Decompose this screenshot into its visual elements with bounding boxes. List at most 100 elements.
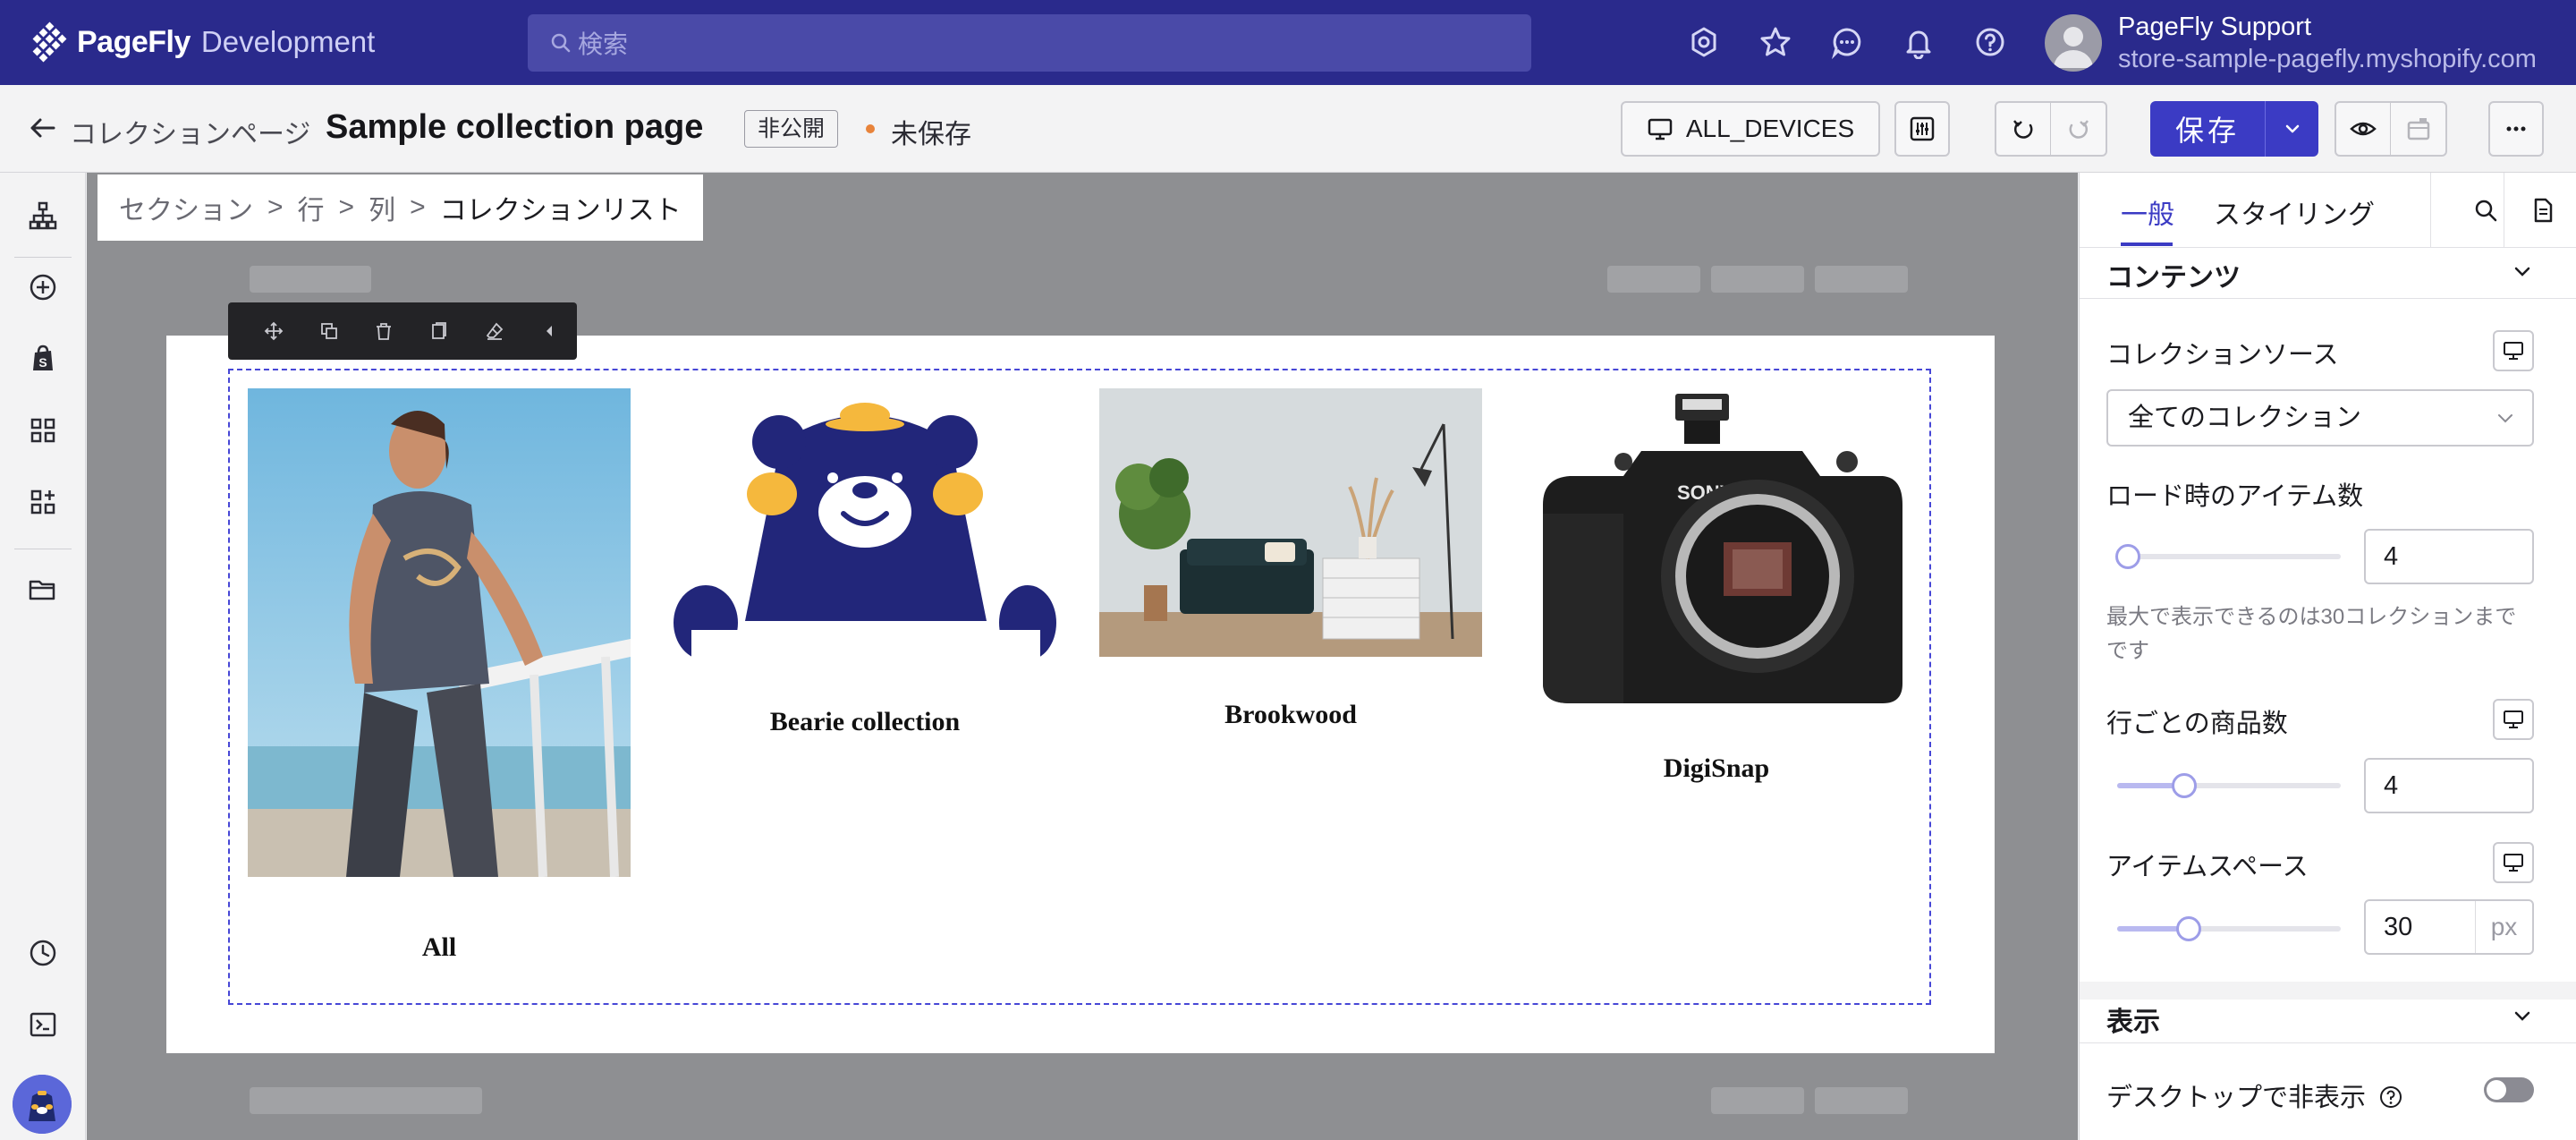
editor-header: コレクションページ Sample collection page 非公開 未保存… — [0, 85, 2576, 173]
history-icon[interactable] — [25, 935, 61, 971]
placeholder-bar — [1815, 266, 1908, 293]
collection-source-label: コレクションソース — [2106, 341, 2339, 370]
hide-desktop-toggle[interactable] — [2484, 1077, 2534, 1102]
back-to-collection-pages[interactable]: コレクションページ — [70, 112, 310, 151]
status-badge: 非公開 — [744, 110, 839, 148]
device-selector-button[interactable]: ALL_DEVICES — [1621, 101, 1880, 157]
search-bar[interactable]: 検索 — [528, 14, 1531, 72]
search-icon — [551, 33, 571, 53]
items-on-load-label: ロード時のアイテム数 — [2106, 482, 2364, 511]
more-options-button[interactable] — [2488, 101, 2544, 157]
undo-button[interactable] — [1996, 103, 2052, 155]
help-icon[interactable] — [1971, 23, 2009, 61]
chevron-down-icon[interactable] — [2511, 1005, 2534, 1028]
user-avatar[interactable] — [2045, 14, 2102, 72]
breadcrumb-row[interactable]: 行 — [298, 188, 325, 227]
more-icon — [2506, 126, 2526, 132]
store-domain[interactable]: store-sample-pagefly.myshopify.com — [2118, 45, 2537, 74]
per-row-input[interactable]: 4 — [2364, 758, 2534, 813]
element-breadcrumb: セクション > 行 > 列 > コレクションリスト — [97, 174, 703, 241]
collection-list[interactable]: All Bearie collection Brookwood SONY Dig… — [228, 369, 1931, 1005]
add-icon[interactable] — [25, 269, 61, 305]
breadcrumb-section[interactable]: セクション — [119, 188, 253, 227]
delete-icon[interactable] — [356, 302, 411, 360]
section-gap — [2080, 982, 2576, 1000]
collection-title[interactable]: All — [248, 932, 631, 963]
collapse-toolbar-icon[interactable] — [521, 302, 577, 360]
breadcrumb-column[interactable]: 列 — [369, 188, 395, 227]
slider-handle[interactable] — [2176, 916, 2201, 941]
pagefly-logo[interactable]: PageFly Development — [29, 21, 375, 63]
collection-title[interactable]: Brookwood — [1099, 700, 1482, 730]
eraser-icon[interactable] — [467, 302, 522, 360]
slider-fill — [2117, 783, 2174, 788]
placeholder-bar — [250, 266, 371, 293]
star-icon[interactable] — [1757, 23, 1794, 61]
bell-icon[interactable] — [1900, 23, 1937, 61]
chevron-down-icon — [2498, 414, 2512, 423]
items-on-load-slider[interactable] — [2115, 544, 2341, 569]
desktop-icon[interactable] — [2493, 699, 2534, 740]
collection-title[interactable]: DigiSnap — [1525, 753, 1908, 784]
editor-canvas[interactable]: セクション > 行 > 列 > コレクションリスト All Bearie col… — [87, 173, 2078, 1140]
collection-image-bearie[interactable] — [674, 388, 1056, 668]
move-icon[interactable] — [246, 302, 301, 360]
layers-icon[interactable] — [25, 198, 61, 234]
rail-divider — [14, 257, 72, 258]
publish-icon — [2407, 118, 2429, 140]
collection-title[interactable]: Bearie collection — [674, 707, 1056, 737]
responsive-settings-button[interactable] — [1894, 101, 1950, 157]
document-icon[interactable] — [2525, 192, 2561, 228]
tab-divider — [2430, 173, 2431, 248]
panel-search-icon[interactable] — [2468, 192, 2504, 228]
placeholder-bar — [1711, 266, 1804, 293]
item-space-input[interactable]: 30 px — [2364, 899, 2534, 955]
grid-icon[interactable] — [25, 413, 61, 448]
collection-image-digisnap[interactable]: SONY — [1525, 388, 1908, 710]
tab-general[interactable]: 一般 — [2121, 192, 2174, 232]
item-space-label: アイテムスペース — [2106, 853, 2309, 881]
placeholder-bar — [1711, 1087, 1804, 1114]
content-section-header[interactable]: コンテンツ — [2106, 255, 2241, 294]
per-row-slider[interactable] — [2117, 773, 2341, 798]
tab-styling[interactable]: スタイリング — [2214, 192, 2375, 232]
redo-button[interactable] — [2051, 103, 2106, 155]
collection-image-brookwood[interactable] — [1099, 388, 1482, 657]
chat-icon[interactable] — [1828, 23, 1866, 61]
items-on-load-input[interactable]: 4 — [2364, 529, 2534, 584]
copy-icon[interactable] — [411, 302, 467, 360]
collection-source-select[interactable]: 全てのコレクション — [2106, 389, 2534, 447]
apps-icon[interactable] — [25, 484, 61, 520]
pagefly-logo-icon — [32, 21, 67, 63]
save-button[interactable]: 保存 — [2150, 101, 2265, 157]
undo-redo-group — [1995, 101, 2107, 157]
user-name[interactable]: PageFly Support — [2118, 13, 2311, 42]
item-space-slider[interactable] — [2117, 916, 2341, 941]
bear-avatar[interactable] — [13, 1075, 72, 1134]
help-icon[interactable] — [2378, 1085, 2403, 1110]
desktop-icon[interactable] — [2493, 842, 2534, 883]
save-options-button[interactable] — [2265, 101, 2318, 157]
settings-panel: 一般 スタイリング コンテンツ コレクションソース 全てのコレクション ロード時… — [2079, 173, 2576, 1140]
chevron-down-icon[interactable] — [2511, 260, 2534, 284]
sliders-icon — [1910, 116, 1935, 141]
slider-handle[interactable] — [2115, 544, 2140, 569]
hide-desktop-label: デスクトップで非表示 — [2106, 1076, 2403, 1114]
brand-subtitle: Development — [200, 25, 376, 58]
folder-icon[interactable] — [25, 572, 61, 608]
display-section-header[interactable]: 表示 — [2106, 1000, 2160, 1039]
slider-handle[interactable] — [2172, 773, 2197, 798]
shopify-icon[interactable]: S — [25, 341, 61, 377]
breadcrumb-collection-list[interactable]: コレクションリスト — [440, 188, 682, 227]
duplicate-icon[interactable] — [301, 302, 357, 360]
preview-group — [2334, 101, 2447, 157]
back-arrow-icon[interactable] — [27, 112, 59, 144]
settings-icon[interactable] — [1685, 23, 1723, 61]
publish-button[interactable] — [2391, 103, 2445, 155]
collection-image-all[interactable] — [248, 388, 631, 877]
chevron-right-icon: > — [267, 192, 284, 222]
terminal-icon[interactable] — [25, 1007, 61, 1042]
desktop-icon[interactable] — [2493, 330, 2534, 371]
page-title[interactable]: Sample collection page — [326, 108, 703, 147]
preview-button[interactable] — [2336, 103, 2392, 155]
